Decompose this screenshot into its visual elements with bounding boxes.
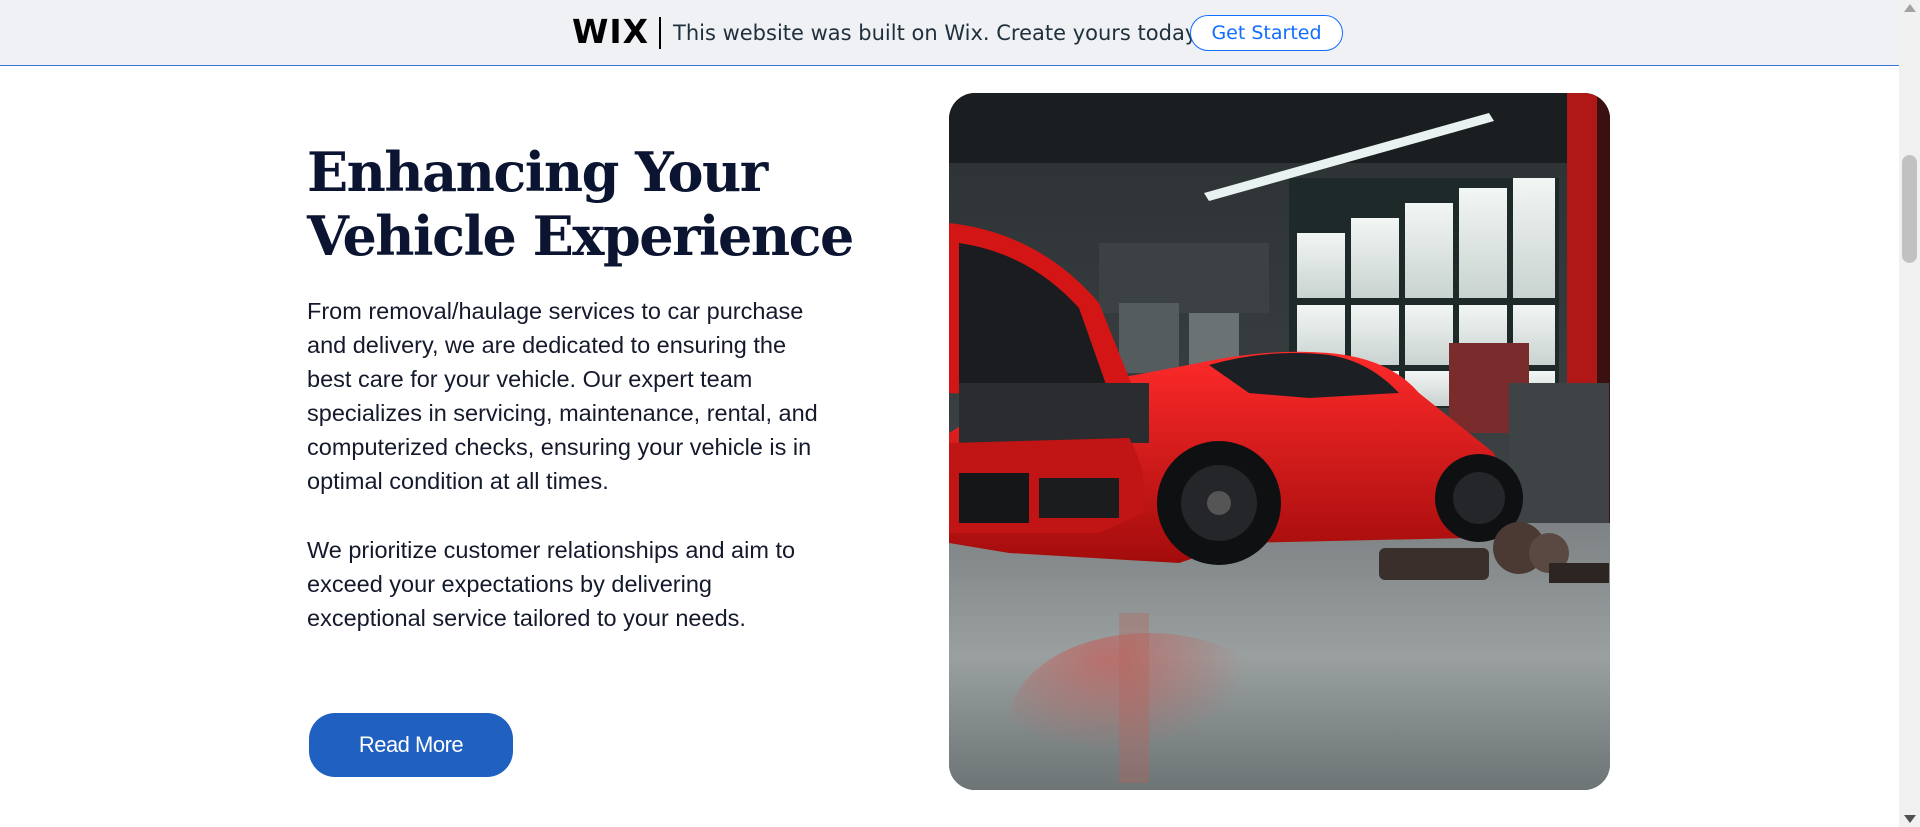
banner-divider — [659, 17, 661, 49]
customer-paragraph: We prioritize customer relationships and… — [307, 537, 796, 631]
banner-message: This website was built on Wix. Create yo… — [673, 21, 1201, 45]
wix-promo-banner: WIX This website was built on Wix. Creat… — [0, 0, 1899, 66]
scroll-up-arrow-icon[interactable] — [1904, 4, 1916, 12]
read-more-button[interactable]: Read More — [309, 713, 513, 777]
red-car-garage-image — [949, 93, 1610, 790]
intro-paragraph: From removal/haulage services to car pur… — [307, 298, 818, 494]
scroll-down-arrow-icon[interactable] — [1904, 815, 1916, 823]
wix-logo-icon[interactable]: WIX — [572, 15, 649, 48]
vertical-scrollbar[interactable] — [1899, 0, 1920, 827]
get-started-button[interactable]: Get Started — [1190, 15, 1343, 51]
scrollbar-thumb[interactable] — [1902, 155, 1917, 263]
page-title: Enhancing Your Vehicle Experience — [307, 140, 854, 268]
